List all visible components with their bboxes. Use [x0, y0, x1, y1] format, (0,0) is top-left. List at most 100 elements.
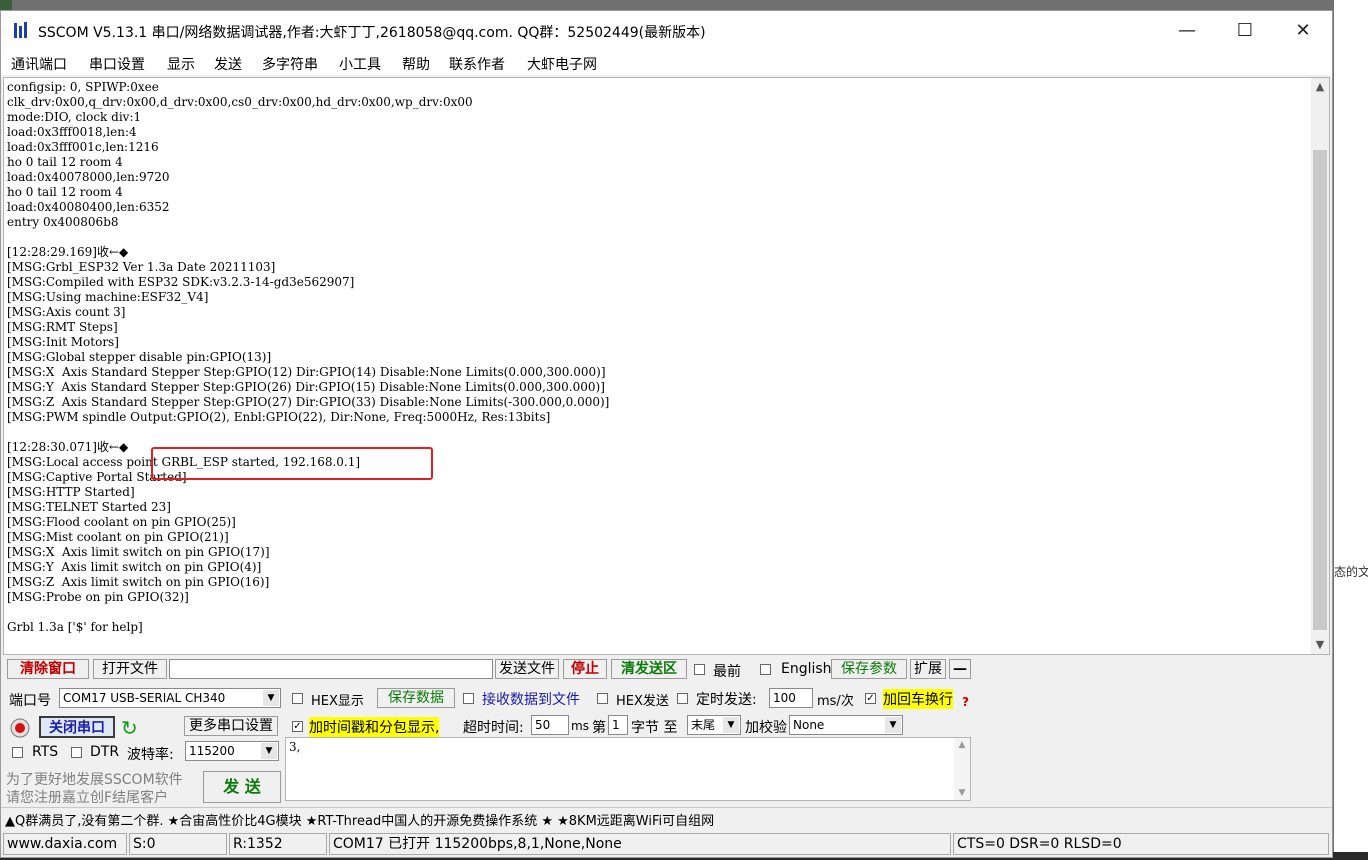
chevron-down-icon: ▼: [723, 717, 739, 733]
menu-comm-port[interactable]: 通讯端口: [11, 54, 67, 74]
dtr-checkbox[interactable]: [71, 747, 82, 758]
toolbar-row-1: 清除窗口 打开文件 发送文件 停止 清发送区 最前 English 保存参数 扩…: [1, 659, 1332, 683]
marquee-text[interactable]: ▲Q群满员了,没有第二个群. ★合宙高性价比4G模块 ★RT-Thread中国人…: [5, 810, 714, 829]
file-path-input[interactable]: [169, 659, 493, 679]
send-textarea[interactable]: 3, ▲ ▼: [285, 737, 971, 801]
send-button[interactable]: 发 送: [203, 771, 281, 803]
maximize-button[interactable]: ☐: [1216, 11, 1274, 49]
clear-window-button[interactable]: 清除窗口: [7, 659, 89, 679]
toolbar-row-3: 关闭串口 ↻ 更多串口设置 ✓ 加时间戳和分包显示, 超时时间: 50 ms 第…: [1, 713, 1332, 740]
receive-console[interactable]: configsip: 0, SPIWP:0xee clk_drv:0x00,q_…: [3, 77, 1330, 655]
rts-label: RTS: [32, 744, 59, 760]
send-scrollbar[interactable]: ▲ ▼: [954, 738, 970, 800]
app-icon: [14, 22, 27, 38]
port-select[interactable]: COM17 USB-SERIAL CH340 ▼: [59, 688, 281, 708]
byte-end-select[interactable]: 末尾 ▼: [687, 715, 741, 735]
sscom-window: SSCOM V5.13.1 串口/网络数据调试器,作者:大虾丁丁,2618058…: [0, 10, 1333, 858]
menu-bar: 通讯端口 串口设置 显示 发送 多字符串 小工具 帮助 联系作者 大虾电子网: [1, 49, 1332, 75]
baud-label: 波特率:: [127, 747, 174, 763]
menu-daxia-site[interactable]: 大虾电子网: [527, 54, 597, 74]
close-port-button[interactable]: 关闭串口: [39, 716, 115, 738]
window-title: SSCOM V5.13.1 串口/网络数据调试器,作者:大虾丁丁,2618058…: [38, 25, 706, 41]
background-text: 态的文: [1334, 565, 1368, 579]
recv-to-file-checkbox[interactable]: [463, 693, 474, 704]
clear-send-button[interactable]: 清发送区: [611, 659, 687, 679]
collapse-button[interactable]: —: [949, 659, 971, 679]
rts-checkbox[interactable]: [12, 747, 23, 758]
byte-end-value: 末尾: [691, 718, 716, 732]
refresh-icon[interactable]: ↻: [121, 716, 138, 740]
timeout-label: 超时时间:: [463, 720, 524, 736]
timestamp-checkbox[interactable]: ✓: [292, 721, 303, 732]
minimize-icon: —: [1178, 19, 1196, 41]
menu-send[interactable]: 发送: [214, 54, 242, 74]
menu-contact-author[interactable]: 联系作者: [449, 54, 505, 74]
chevron-down-icon: ▼: [263, 690, 279, 706]
scroll-down-icon[interactable]: ▼: [1311, 636, 1329, 654]
timeout-unit-label: ms: [571, 719, 589, 733]
annotation-highlight-box: [151, 447, 433, 480]
status-bar: www.daxia.com S:0 R:1352 COM17 已打开 11520…: [1, 831, 1332, 857]
more-settings-button[interactable]: 更多串口设置: [184, 716, 278, 736]
toolbar-row-2: 端口号 COM17 USB-SERIAL CH340 ▼ HEX显示 保存数据 …: [1, 687, 1332, 711]
topmost-checkbox[interactable]: [694, 664, 705, 675]
interval-unit-label: ms/次: [817, 694, 854, 709]
interval-input[interactable]: 100: [769, 688, 813, 708]
menu-tools[interactable]: 小工具: [339, 54, 381, 74]
checksum-value: None: [793, 718, 825, 732]
promo-line-2[interactable]: 请您注册嘉立创F结尾客户: [6, 787, 168, 807]
timed-send-checkbox[interactable]: [677, 693, 688, 704]
close-icon: ✕: [1295, 19, 1311, 41]
timeout-input[interactable]: 50: [531, 715, 569, 735]
save-params-button[interactable]: 保存参数: [831, 659, 907, 679]
baud-select[interactable]: 115200 ▼: [185, 741, 279, 761]
scrollbar-thumb[interactable]: [1313, 150, 1327, 630]
save-data-button[interactable]: 保存数据: [377, 688, 455, 708]
status-port: COM17 已打开 115200bps,8,1,None,None: [329, 833, 951, 855]
close-button[interactable]: ✕: [1274, 11, 1332, 49]
scroll-up-icon[interactable]: ▲: [954, 740, 970, 750]
hex-send-label: HEX发送: [616, 694, 669, 709]
hex-send-checkbox[interactable]: [597, 693, 608, 704]
add-crlf-label: 加回车换行: [883, 689, 953, 709]
byte-index-input[interactable]: 1: [608, 715, 628, 735]
help-icon[interactable]: ?: [962, 695, 969, 709]
menu-help[interactable]: 帮助: [402, 54, 430, 74]
background-window-right: 态的文: [1334, 0, 1368, 860]
menu-display[interactable]: 显示: [167, 54, 195, 74]
hex-display-checkbox[interactable]: [292, 693, 303, 704]
status-received: R:1352: [229, 833, 327, 855]
dtr-label: DTR: [90, 744, 120, 760]
english-checkbox[interactable]: [760, 664, 771, 675]
promo-line-1[interactable]: 为了更好地发展SSCOM软件: [6, 769, 183, 789]
baud-value: 115200: [189, 744, 235, 758]
menu-multi-string[interactable]: 多字符串: [262, 54, 318, 74]
menu-serial-settings[interactable]: 串口设置: [89, 54, 145, 74]
timed-send-label: 定时发送:: [696, 692, 757, 708]
english-label: English: [781, 661, 832, 677]
chevron-down-icon: ▼: [261, 743, 277, 759]
send-file-button[interactable]: 发送文件: [495, 659, 559, 679]
status-lines: CTS=0 DSR=0 RLSD=0: [953, 833, 1329, 855]
byte-mid-label: 字节 至: [631, 720, 678, 736]
title-bar: SSCOM V5.13.1 串口/网络数据调试器,作者:大虾丁丁,2618058…: [1, 11, 1332, 49]
status-website[interactable]: www.daxia.com: [3, 833, 127, 855]
add-crlf-checkbox[interactable]: ✓: [865, 693, 876, 704]
scroll-down-icon[interactable]: ▼: [954, 788, 970, 798]
checksum-label: 加校验: [745, 720, 787, 736]
byte-prefix-label: 第: [592, 720, 606, 736]
minimize-button[interactable]: —: [1158, 11, 1216, 49]
recv-to-file-label[interactable]: 接收数据到文件: [482, 689, 580, 709]
timestamp-label: 加时间戳和分包显示,: [309, 717, 440, 737]
open-file-button[interactable]: 打开文件: [93, 659, 167, 679]
stop-button[interactable]: 停止: [563, 659, 607, 679]
console-scrollbar[interactable]: ▲ ▼: [1311, 78, 1329, 654]
console-output: configsip: 0, SPIWP:0xee clk_drv:0x00,q_…: [7, 80, 610, 634]
port-select-value: COM17 USB-SERIAL CH340: [63, 691, 226, 705]
checksum-select[interactable]: None ▼: [789, 715, 903, 735]
scroll-up-icon[interactable]: ▲: [1311, 78, 1329, 96]
port-status-icon: [10, 718, 30, 738]
hex-display-label: HEX显示: [311, 694, 364, 709]
maximize-icon: ☐: [1236, 19, 1254, 41]
expand-button[interactable]: 扩展: [910, 659, 946, 679]
